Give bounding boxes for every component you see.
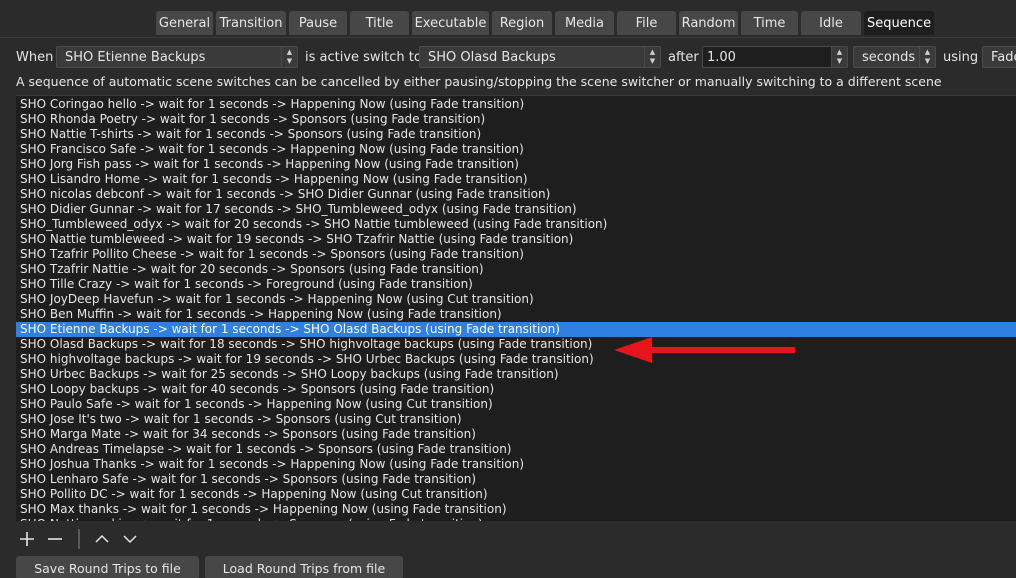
unit-value: seconds [862,50,916,65]
list-item[interactable]: SHO Joshua Thanks -> wait for 1 seconds … [16,457,1016,472]
red-arrow-annotation [614,337,795,363]
tab-pause[interactable]: Pause [289,11,347,35]
delay-value: 1.00 [707,50,736,65]
tab-media[interactable]: Media [555,11,614,35]
list-item[interactable]: SHO Jose It's two -> wait for 1 seconds … [16,412,1016,427]
list-item[interactable]: SHO_Tumbleweed_odyx -> wait for 20 secon… [16,217,1016,232]
sequence-description: A sequence of automatic scene switches c… [16,74,942,89]
tab-panel-border [0,37,1016,38]
list-item[interactable]: SHO highvoltage backups -> wait for 19 s… [16,352,1016,367]
tab-transition[interactable]: Transition [216,11,286,35]
combo-arrows-icon: ▲ ▼ [919,47,935,67]
list-item[interactable]: SHO Lisandro Home -> wait for 1 seconds … [16,172,1016,187]
list-item[interactable]: SHO Didier Gunnar -> wait for 17 seconds… [16,202,1016,217]
list-item[interactable]: SHO Olasd Backups -> wait for 18 seconds… [16,337,1016,352]
sequence-list-items: SHO Coringao hello -> wait for 1 seconds… [16,96,1016,521]
using-label: using [943,50,979,65]
when-label: When [16,50,54,65]
list-item[interactable]: SHO Pollito DC -> wait for 1 seconds -> … [16,487,1016,502]
after-label: after [668,50,699,65]
list-item[interactable]: SHO JoyDeep Havefun -> wait for 1 second… [16,292,1016,307]
combo-arrows-icon: ▲ ▼ [644,47,660,67]
delay-spinbox[interactable]: 1.00 ▲ ▼ [702,46,848,68]
list-item[interactable]: SHO Tille Crazy -> wait for 1 seconds ->… [16,277,1016,292]
list-item[interactable]: SHO Marga Mate -> wait for 34 seconds ->… [16,427,1016,442]
chevron-down-icon[interactable] [119,528,141,550]
tab-executable[interactable]: Executable [412,11,489,35]
list-item[interactable]: SHO Tzafrir Pollito Cheese -> wait for 1… [16,247,1016,262]
plus-icon[interactable] [16,528,38,550]
sequence-settings-row: When SHO Etienne Backups ▲ ▼ is active sw… [0,46,1016,70]
list-item[interactable]: SHO Paulo Safe -> wait for 1 seconds -> … [16,397,1016,412]
minus-icon[interactable] [44,528,66,550]
list-item[interactable]: SHO Nattie cookies -> wait for 1 seconds… [16,517,1016,521]
list-item[interactable]: SHO Lenharo Safe -> wait for 1 seconds -… [16,472,1016,487]
tab-region[interactable]: Region [492,11,552,35]
active-switch-label: is active switch to [305,50,422,65]
tab-sequence[interactable]: Sequence [864,11,934,35]
transition-value: Fade [991,50,1016,65]
sequence-list[interactable]: SHO Coringao hello -> wait for 1 seconds… [16,95,1016,521]
tab-general[interactable]: General [156,11,213,35]
scene1-select[interactable]: SHO Etienne Backups ▲ ▼ [56,46,298,68]
combo-arrows-icon: ▲ ▼ [281,47,297,67]
chevron-up-icon[interactable] [91,528,113,550]
list-item[interactable]: SHO Nattie tumbleweed -> wait for 19 sec… [16,232,1016,247]
list-item[interactable]: SHO Jorg Fish pass -> wait for 1 seconds… [16,157,1016,172]
save-round-trips-button[interactable]: Save Round Trips to file [16,556,199,578]
list-item[interactable]: SHO Coringao hello -> wait for 1 seconds… [16,97,1016,112]
list-item[interactable]: SHO Nattie T-shirts -> wait for 1 second… [16,127,1016,142]
list-item[interactable]: SHO Max thanks -> wait for 1 seconds -> … [16,502,1016,517]
tab-time[interactable]: Time [741,11,798,35]
scene2-value: SHO Olasd Backups [428,50,556,65]
list-item[interactable]: SHO Rhonda Poetry -> wait for 1 seconds … [16,112,1016,127]
tab-bar: General Transition Pause Title Executabl… [0,10,1016,37]
list-item[interactable]: SHO Tzafrir Nattie -> wait for 20 second… [16,262,1016,277]
scene2-select[interactable]: SHO Olasd Backups ▲ ▼ [419,46,661,68]
transition-select[interactable]: Fade [982,46,1016,68]
list-item[interactable]: SHO Urbec Backups -> wait for 25 seconds… [16,367,1016,382]
list-item[interactable]: SHO Ben Muffin -> wait for 1 seconds -> … [16,307,1016,322]
list-item-selected[interactable]: SHO Etienne Backups -> wait for 1 second… [16,322,1016,337]
tab-title[interactable]: Title [350,11,409,35]
list-item[interactable]: SHO Francisco Safe -> wait for 1 seconds… [16,142,1016,157]
toolbar-separator [78,529,80,549]
scene1-value: SHO Etienne Backups [65,50,206,65]
tab-random[interactable]: Random [679,11,738,35]
list-item[interactable]: SHO nicolas debconf -> wait for 1 second… [16,187,1016,202]
tab-idle[interactable]: Idle [801,11,861,35]
list-toolbar [16,528,216,550]
unit-select[interactable]: seconds ▲ ▼ [853,46,936,68]
list-item[interactable]: SHO Loopy backups -> wait for 40 seconds… [16,382,1016,397]
list-item[interactable]: SHO Andreas Timelapse -> wait for 1 seco… [16,442,1016,457]
load-round-trips-button[interactable]: Load Round Trips from file [205,556,403,578]
tab-file[interactable]: File [617,11,676,35]
spin-arrows-icon[interactable]: ▲ ▼ [831,47,847,67]
